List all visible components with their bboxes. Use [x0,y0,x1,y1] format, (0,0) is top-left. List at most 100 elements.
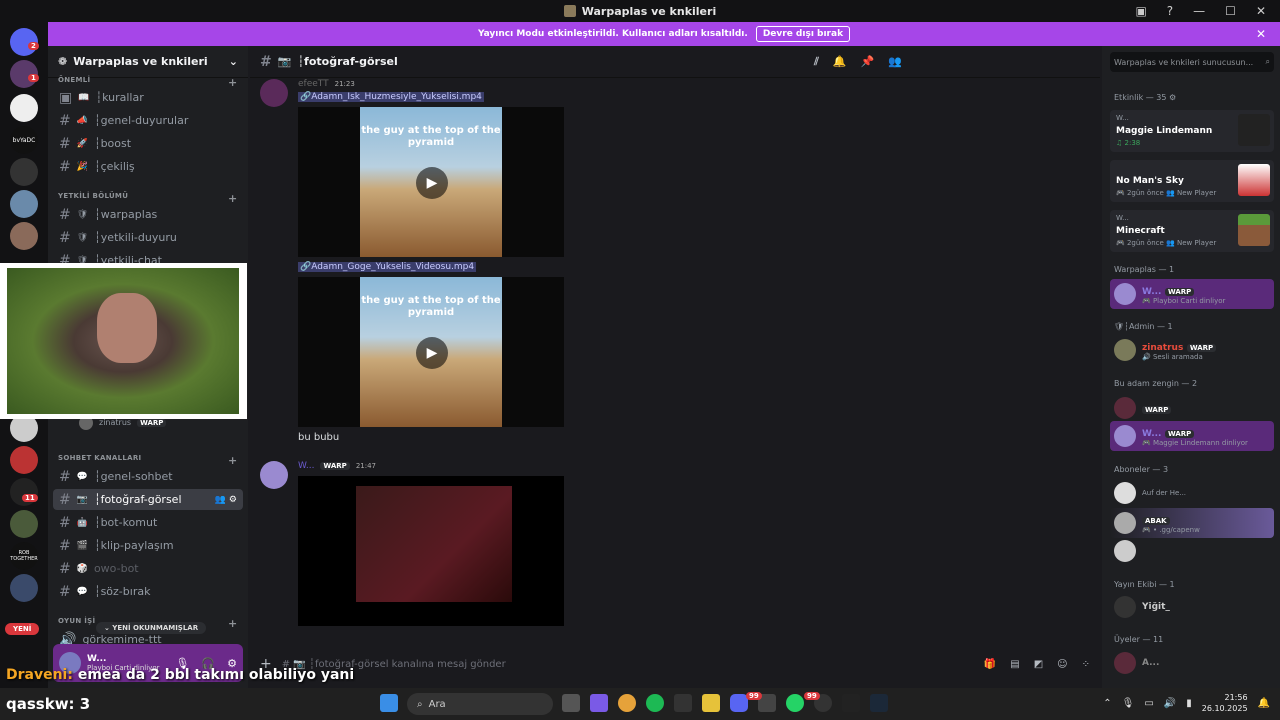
member-item[interactable]: WARP [1110,393,1274,423]
volume-icon[interactable]: 🔊 [1164,698,1176,709]
channel-cekilis[interactable]: # 🎉 ┆çekiliş [53,156,243,177]
gif-icon[interactable]: ▤ [1010,659,1019,670]
search-input[interactable]: Warpaplas ve knkileri sunucusun... ⌕ [1110,52,1274,72]
notification-icon[interactable]: 🔔 [1258,698,1270,709]
streamer-mode-banner: Yayıncı Modu etkinleştirildi. Kullanıcı … [48,22,1280,46]
category-oyun[interactable]: OYUN İŞİ + [58,617,237,630]
play-icon[interactable]: ▶ [416,167,448,199]
avatar[interactable] [260,461,288,489]
pin-icon[interactable]: 📌 [861,55,875,69]
members-icon[interactable]: 👥 [888,55,902,69]
emoji-icon[interactable]: ☺ [1057,659,1067,670]
maximize-button[interactable]: ☐ [1225,4,1236,18]
channel-warpaplas[interactable]: # 🛡 ┆warpaplas [53,204,243,225]
network-icon[interactable]: ▭ [1144,698,1153,709]
channel-klip-paylasim[interactable]: # 🎬 ┆klip-paylaşım [53,535,243,556]
chevron-up-icon[interactable]: ⌃ [1103,698,1111,709]
sticker-icon[interactable]: ◩ [1034,659,1043,670]
server-icon[interactable]: bvYaDC [10,126,38,154]
task-view-icon[interactable] [562,694,580,712]
channel-fotograf-gorsel[interactable]: # 📷 ┆fotoğraf-görsel 👥 ⚙ [53,489,243,510]
member-item[interactable] [1110,536,1274,566]
server-badge-icon: ❁ [58,55,68,68]
server-icon[interactable]: ROB TOGETHER [10,542,38,570]
category-yetkili[interactable]: YETKİLİ BÖLÜMÜ + [58,192,237,205]
channel-yetkili-duyuru[interactable]: # 🛡 ┆yetkili-duyuru [53,227,243,248]
activity-header[interactable]: Etkinlik — 35 ⚙ [1114,93,1176,102]
group-header: Üyeler — 11 [1114,635,1164,644]
threads-icon[interactable]: ⫽ [814,55,819,69]
server-icon[interactable] [10,94,38,122]
close-button[interactable]: ✕ [1256,4,1266,18]
app-icon[interactable] [674,694,692,712]
hash-icon: # [59,229,71,246]
clock[interactable]: 21:56 26.10.2025 [1202,692,1248,714]
video-player[interactable]: the guy at the top of the pyramid ▶ [298,107,564,257]
member-item[interactable]: ABAK 🎮 • .gg/capenw [1110,508,1274,538]
channel-kurallar[interactable]: ▣ 📖 ┆kurallar [53,87,243,108]
invite-settings-icons[interactable]: 👥 ⚙ [215,495,243,505]
chat-area: # 📷 ┆fotoğraf-görsel ⫽ 🔔 📌 👥 efeeTT 21:2… [250,46,1100,688]
spotify-icon[interactable] [646,694,664,712]
server-icon[interactable] [10,446,38,474]
terminal-icon[interactable] [842,694,860,712]
category-sohbet[interactable]: SOHBET KANALLARI + [58,454,237,467]
server-icon[interactable] [10,158,38,186]
disable-streamer-mode-button[interactable]: Devre dışı bırak [755,26,851,42]
play-icon[interactable]: ▶ [416,337,448,369]
member-item[interactable]: W... WARP 🎮 Maggie Lindemann dinliyor [1110,421,1274,451]
video-player[interactable]: the guy at the top of the pyramid ▶ [298,277,564,427]
start-icon[interactable] [380,694,398,712]
copilot-icon[interactable] [590,694,608,712]
close-banner-icon[interactable]: ✕ [1256,27,1266,41]
avatar [1114,397,1136,419]
member-item[interactable]: Auf der He... [1110,478,1274,508]
minimize-button[interactable]: — [1193,4,1205,18]
battery-icon[interactable]: ▮ [1186,698,1192,709]
avatar[interactable] [260,79,288,107]
message-composer[interactable]: + # 📷 ┆fotoğraf-görsel kanalına mesaj gö… [260,652,1090,676]
author-name[interactable]: efeeTT [298,79,329,89]
attachment-link[interactable]: 🔗Adamn_Goge_Yukselis_Videosu.mp4 [298,262,477,272]
channel-boost[interactable]: # 🚀 ┆boost [53,133,243,154]
bell-icon[interactable]: 🔔 [833,55,847,69]
category-onemli[interactable]: ÖNEMLİ + [58,76,237,89]
activity-card[interactable]: W... Minecraft 🎮 2gün önce 👥 New Player [1110,210,1274,252]
channel-bot-komut[interactable]: # 🤖 ┆bot-komut [53,512,243,533]
new-unreads-pill[interactable]: ⌄ YENİ OKUNMAMIŞLAR [96,622,207,634]
chrome-icon[interactable] [618,694,636,712]
window-titlebar: Warpaplas ve knkileri ▣ ? — ☐ ✕ [0,0,1280,22]
channel-owo-bot[interactable]: # 🎲 owo-bot [53,558,243,579]
server-header[interactable]: ❁ Warpaplas ve knkileri ⌄ [48,46,248,78]
whatsapp-icon[interactable] [786,694,804,712]
avatar [1114,482,1136,504]
new-pill[interactable]: YENİ [5,623,40,635]
member-item[interactable]: W... WARP 🎮 Playboi Carti dinliyor [1110,279,1274,309]
help-icon[interactable]: ? [1167,4,1173,18]
taskbar-search[interactable]: ⌕ Ara [407,693,553,715]
channel-soz-birak[interactable]: # 💬 ┆söz-bırak [53,581,243,602]
inbox-icon[interactable]: ▣ [1135,4,1146,18]
attachment-link[interactable]: 🔗Adamn_Isk_Huzmesiyle_Yukselisi.mp4 [298,92,484,102]
gift-icon[interactable]: 🎁 [984,659,996,670]
activity-card[interactable]: No Man's Sky 🎮 2gün önce 👥 New Player [1110,160,1274,202]
hash-icon: # [59,537,71,554]
chevron-down-icon[interactable]: ⌄ [229,55,238,68]
activity-card[interactable]: W... Maggie Lindemann ♫ 2:38 [1110,110,1274,152]
author-name[interactable]: W... [298,461,314,471]
server-icon[interactable] [10,574,38,602]
member-item[interactable]: Yiğit_ [1110,592,1274,622]
folder-icon[interactable] [702,694,720,712]
steam-icon[interactable] [870,694,888,712]
mic-icon[interactable]: 🎙 [1122,698,1135,709]
channel-genel-duyurular[interactable]: # 📣 ┆genel-duyurular [53,110,243,131]
server-icon-active[interactable] [10,222,38,250]
video-player[interactable] [298,476,564,626]
server-icon[interactable] [10,190,38,218]
video-thumbnail [356,486,512,602]
apps-icon[interactable]: ⁘ [1082,659,1090,670]
member-item[interactable]: A... [1110,648,1274,678]
channel-genel-sohbet[interactable]: # 💬 ┆genel-sohbet [53,466,243,487]
member-item[interactable]: zinatrus WARP 🔊 Sesli aramada [1110,335,1274,365]
server-icon[interactable] [10,510,38,538]
